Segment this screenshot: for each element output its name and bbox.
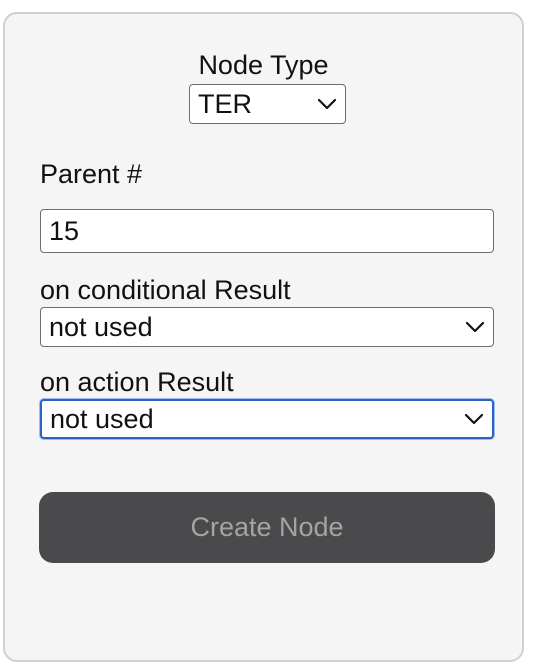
on-action-result-label: on action Result: [40, 367, 234, 397]
create-node-button[interactable]: Create Node: [39, 492, 495, 563]
parent-number-input[interactable]: [40, 209, 494, 253]
chevron-down-icon: [464, 413, 484, 425]
on-action-result-select[interactable]: not used: [40, 399, 494, 439]
chevron-down-icon: [465, 321, 485, 333]
node-type-select-value: TER: [198, 88, 252, 119]
node-type-label: Node Type: [198, 50, 329, 80]
on-action-result-value: not used: [50, 403, 154, 434]
on-conditional-result-value: not used: [49, 311, 153, 342]
node-type-select[interactable]: TER: [189, 84, 346, 124]
on-conditional-result-label: on conditional Result: [40, 275, 291, 305]
parent-number-label: Parent #: [40, 159, 143, 189]
on-conditional-result-select[interactable]: not used: [40, 307, 494, 347]
chevron-down-icon: [317, 98, 337, 110]
create-node-panel: Node Type TER Parent # on conditional Re…: [3, 12, 524, 662]
